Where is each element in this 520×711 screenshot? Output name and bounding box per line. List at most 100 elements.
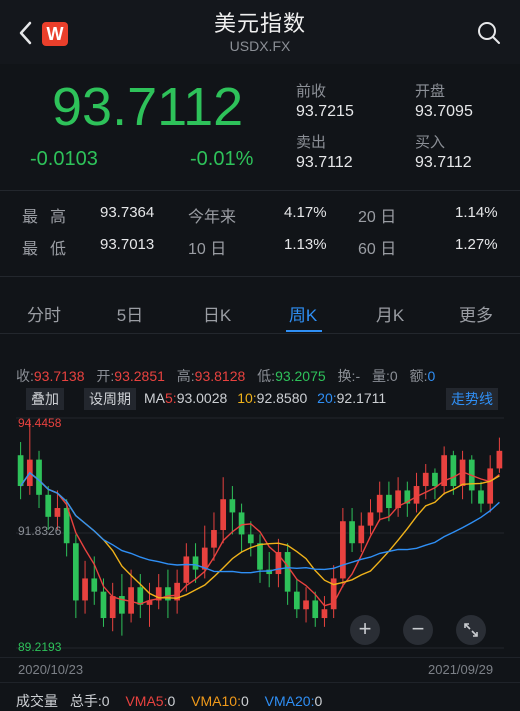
low-value: 93.7013	[100, 236, 155, 253]
candle-body	[312, 600, 319, 619]
ma-readout: MA5:93.0028 10:92.8580 20:92.1711	[144, 390, 387, 406]
open-label: 开盘	[415, 83, 446, 100]
prev-close-value: 93.7215	[296, 103, 354, 120]
ohlc-close: 93.7138	[33, 368, 85, 384]
ma5-value: 93.0028	[176, 390, 228, 406]
active-tab-indicator	[286, 330, 322, 332]
candle-body	[422, 472, 429, 487]
current-price: 93.7112	[52, 77, 244, 137]
divider	[0, 190, 520, 191]
tab-monthly-k[interactable]: 月K	[350, 301, 430, 326]
zoom-out-button[interactable]: −	[403, 615, 433, 645]
ohlc-readout: 收:93.7138 开:93.2851 高:93.8128 低:93.2075 …	[16, 368, 436, 384]
vma5-value: 0	[167, 693, 176, 709]
candle-body	[450, 455, 457, 487]
price-change-pct: -0.01%	[190, 148, 254, 170]
candle-body	[432, 472, 438, 487]
candle-body	[183, 556, 190, 583]
volume-total: 0	[101, 693, 110, 709]
ytd-value: 4.17%	[284, 204, 327, 221]
set-period-button[interactable]: 设周期	[84, 388, 136, 410]
sell-value: 93.7112	[296, 154, 353, 171]
candle-body	[229, 499, 236, 513]
y-axis-bottom: 89.2193	[18, 640, 62, 654]
vma10-value: 0	[240, 693, 249, 709]
kline-chart[interactable]	[0, 412, 520, 656]
candle-body	[109, 596, 116, 619]
candle-body	[91, 578, 98, 592]
candle-body	[478, 490, 484, 504]
ohlc-high: 93.8128	[194, 368, 246, 384]
trend-line-button[interactable]: 走势线	[446, 388, 498, 410]
d60-value: 1.27%	[455, 236, 498, 253]
candle-body	[257, 543, 263, 570]
sell-label: 卖出	[296, 134, 327, 151]
y-axis-mid: 91.8326	[18, 524, 62, 538]
fullscreen-button[interactable]	[456, 615, 486, 645]
volume-readout: 成交量 总手:0 VMA5:0 VMA10:0 VMA20:0	[16, 693, 323, 709]
vma20-value: 0	[314, 693, 323, 709]
candle-body	[201, 547, 208, 570]
y-axis-top: 94.4458	[18, 416, 62, 430]
divider	[0, 657, 520, 658]
tab-5day[interactable]: 5日	[90, 301, 170, 326]
buy-label: 买入	[415, 134, 446, 151]
expand-icon	[464, 623, 478, 637]
d20-label: 20 日	[358, 209, 397, 226]
d10-label: 10 日	[188, 241, 227, 258]
candle-body	[192, 556, 199, 570]
app-header: W 美元指数 USDX.FX	[0, 0, 520, 64]
buy-value: 93.7112	[415, 154, 472, 171]
candle-body	[358, 525, 365, 544]
divider	[0, 682, 520, 683]
ma10-value: 92.8580	[256, 390, 308, 406]
open-value: 93.7095	[415, 103, 473, 120]
candle-body	[17, 455, 24, 487]
page-title: 美元指数	[213, 11, 306, 36]
ytd-label: 今年来	[188, 209, 237, 226]
candle-body	[367, 512, 374, 526]
candle-body	[349, 521, 355, 544]
d10-value: 1.13%	[284, 236, 327, 253]
ma20-value: 92.1711	[336, 390, 387, 406]
zoom-in-button[interactable]: +	[350, 615, 380, 645]
ohlc-turnover: -	[355, 368, 361, 384]
candle-body	[487, 468, 494, 504]
candle-body	[376, 494, 383, 513]
candle-body	[220, 499, 227, 531]
overlay-button[interactable]: 叠加	[26, 388, 64, 410]
tab-more[interactable]: 更多	[436, 301, 516, 326]
candle-body	[303, 600, 309, 610]
candle-body	[54, 508, 61, 517]
candle-body	[63, 508, 70, 544]
tab-weekly-k[interactable]: 周K	[263, 301, 343, 326]
candle-body	[386, 494, 392, 509]
candle-body	[321, 609, 328, 619]
candle-body	[36, 459, 42, 495]
search-icon[interactable]	[476, 20, 502, 46]
candle-body	[100, 591, 107, 619]
ohlc-volume: 0	[389, 368, 398, 384]
price-change: -0.0103	[30, 148, 98, 170]
tab-intraday[interactable]: 分时	[4, 301, 84, 326]
end-date: 2021/09/29	[428, 662, 494, 677]
d60-label: 60 日	[358, 241, 397, 258]
ohlc-amount: 0	[427, 368, 436, 384]
divider	[0, 276, 520, 277]
high-label: 最高	[22, 209, 79, 226]
candle-body	[211, 530, 217, 548]
divider	[0, 333, 520, 334]
candle-body	[247, 534, 254, 544]
candle-body	[284, 552, 291, 592]
candle-body	[496, 450, 503, 469]
candle-body	[340, 521, 346, 579]
tab-daily-k[interactable]: 日K	[177, 301, 257, 326]
d20-value: 1.14%	[455, 204, 498, 221]
prev-close-label: 前收	[296, 83, 327, 100]
candle-body	[82, 578, 88, 601]
candle-body	[45, 494, 52, 517]
candle-body	[72, 543, 79, 601]
candle-body	[238, 512, 245, 535]
start-date: 2020/10/23	[18, 662, 84, 677]
ohlc-open: 93.2851	[114, 368, 165, 384]
